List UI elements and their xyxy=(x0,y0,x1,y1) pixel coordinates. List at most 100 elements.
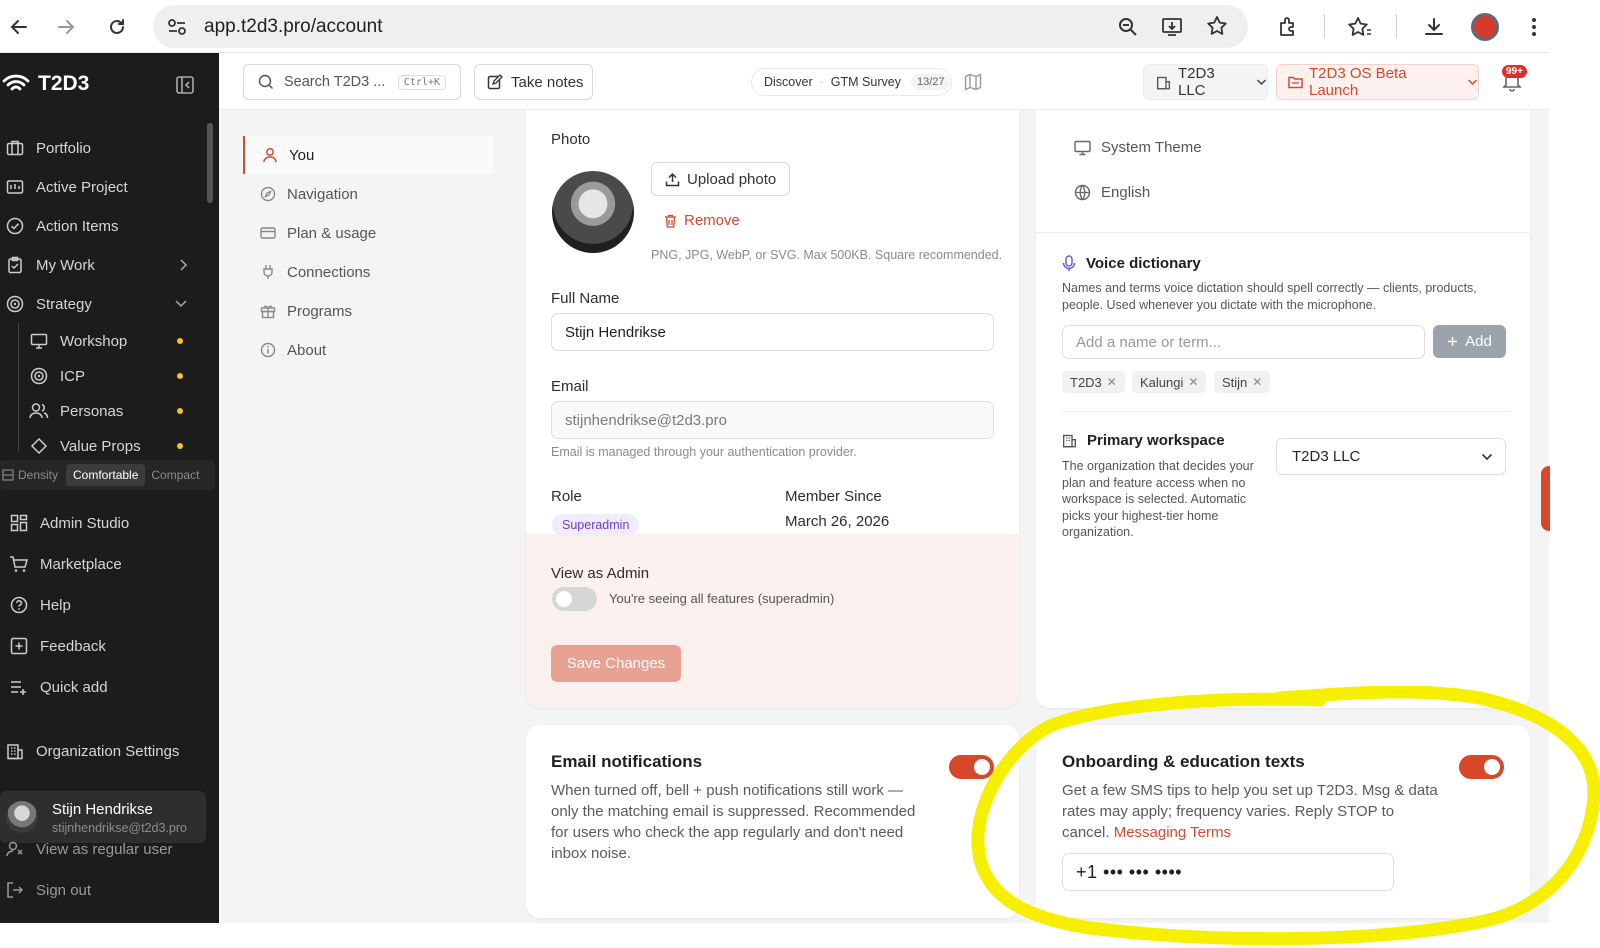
phone-number-field[interactable]: +1 ••• ••• •••• xyxy=(1062,853,1394,891)
theme-option[interactable]: System Theme xyxy=(1074,139,1202,156)
plug-icon xyxy=(259,263,277,281)
forward-icon[interactable] xyxy=(50,11,82,43)
target-icon xyxy=(28,365,50,387)
voice-term-input[interactable]: Add a name or term... xyxy=(1062,325,1425,359)
sidebar-item-strategy[interactable]: Strategy xyxy=(4,289,188,319)
remove-photo-button[interactable]: Remove xyxy=(664,212,740,229)
view-as-admin-hint: You're seeing all features (superadmin) xyxy=(609,591,835,606)
view-as-regular-user-link[interactable]: View as regular user xyxy=(4,834,172,864)
term-chip: Stijn ✕ xyxy=(1214,371,1271,393)
building-icon xyxy=(1062,433,1077,448)
settings-nav-plan-usage[interactable]: Plan & usage xyxy=(243,214,493,252)
reload-icon[interactable] xyxy=(101,11,133,43)
profile-avatar-icon[interactable] xyxy=(1471,13,1499,41)
back-icon[interactable] xyxy=(3,11,35,43)
settings-nav-connections[interactable]: Connections xyxy=(243,253,493,291)
url-text: app.t2d3.pro/account xyxy=(204,16,383,37)
downloads-icon[interactable] xyxy=(1418,11,1450,43)
sidebar-item-value-props[interactable]: Value Props xyxy=(28,431,141,461)
primary-workspace-desc: The organization that decides your plan … xyxy=(1062,459,1254,539)
email-label: Email xyxy=(551,378,589,395)
search-input[interactable]: Search T2D3 ... Ctrl+K xyxy=(243,64,461,100)
primary-workspace-select[interactable]: T2D3 LLC xyxy=(1276,438,1506,475)
upload-icon xyxy=(665,172,680,187)
close-icon[interactable]: ✕ xyxy=(1188,375,1198,389)
language-option[interactable]: English xyxy=(1074,184,1150,201)
clipboard-icon xyxy=(4,254,26,276)
voice-dictionary-title: Voice dictionary xyxy=(1062,255,1201,272)
close-icon[interactable]: ✕ xyxy=(1107,375,1117,389)
sidebar-item-help[interactable]: Help xyxy=(8,590,71,620)
sidebar-item-active-project[interactable]: Active Project xyxy=(4,172,128,202)
upload-photo-button[interactable]: Upload photo xyxy=(651,162,790,196)
settings-nav-about[interactable]: About xyxy=(243,331,493,369)
email-notifications-desc: When turned off, bell + push notificatio… xyxy=(551,782,916,862)
onboarding-texts-title: Onboarding & education texts xyxy=(1062,752,1305,771)
app-header: Search T2D3 ... Ctrl+K Take notes Discov… xyxy=(219,53,1549,110)
help-circle-icon xyxy=(8,594,30,616)
discover-survey-pill[interactable]: Discover · GTM Survey 13/27 xyxy=(751,68,952,96)
bookmarks-icon[interactable] xyxy=(1344,11,1376,43)
chevron-right-icon xyxy=(178,258,188,272)
sidebar-item-personas[interactable]: Personas xyxy=(28,396,123,426)
messaging-terms-link[interactable]: Messaging Terms xyxy=(1114,824,1231,841)
email-notifications-toggle[interactable] xyxy=(949,755,994,779)
email-hint: Email is managed through your authentica… xyxy=(551,445,857,459)
status-dot xyxy=(177,443,183,449)
term-chip: T2D3 ✕ xyxy=(1062,371,1125,393)
sidebar-item-my-work[interactable]: My Work xyxy=(4,250,188,280)
role-badge: Superadmin xyxy=(552,514,640,536)
info-icon xyxy=(259,341,277,359)
site-settings-icon[interactable] xyxy=(166,16,188,38)
take-notes-button[interactable]: Take notes xyxy=(474,64,593,100)
close-icon[interactable]: ✕ xyxy=(1252,375,1262,389)
sign-out-link[interactable]: Sign out xyxy=(4,875,91,905)
density-compact-option[interactable]: Compact xyxy=(151,468,199,482)
primary-workspace-title: Primary workspace xyxy=(1062,432,1225,449)
feedback-side-tab[interactable] xyxy=(1541,466,1550,531)
voice-dictionary-desc: Names and terms voice dictation should s… xyxy=(1062,281,1477,312)
collapse-sidebar-icon[interactable] xyxy=(175,75,195,95)
sidebar-item-action-items[interactable]: Action Items xyxy=(4,211,119,241)
brand[interactable]: T2D3 xyxy=(2,71,89,97)
folder-icon xyxy=(1288,75,1303,89)
add-term-button[interactable]: Add xyxy=(1433,325,1506,358)
extensions-icon[interactable] xyxy=(1272,11,1304,43)
user-email: stijnhendrikse@t2d3.pro xyxy=(52,821,187,835)
sidebar-item-feedback[interactable]: Feedback xyxy=(8,631,106,661)
view-as-admin-toggle[interactable] xyxy=(552,587,597,611)
sidebar-item-marketplace[interactable]: Marketplace xyxy=(8,549,122,579)
browser-toolbar: app.t2d3.pro/account xyxy=(0,0,1549,53)
sidebar-item-icp[interactable]: ICP xyxy=(28,361,85,391)
launch-project-switcher[interactable]: T2D3 OS Beta Launch xyxy=(1276,64,1479,100)
sidebar-item-quick-add[interactable]: Quick add xyxy=(8,672,108,702)
tree-line xyxy=(18,323,19,451)
install-app-icon[interactable] xyxy=(1161,16,1185,38)
sidebar-item-workshop[interactable]: Workshop xyxy=(28,326,127,356)
bookmark-star-icon[interactable] xyxy=(1206,15,1228,37)
member-since-value: March 26, 2026 xyxy=(785,513,890,530)
sidebar-item-admin-studio[interactable]: Admin Studio xyxy=(8,508,129,538)
map-icon[interactable] xyxy=(964,73,982,91)
target-icon xyxy=(4,293,26,315)
compass-icon xyxy=(259,185,277,203)
onboarding-texts-toggle[interactable] xyxy=(1459,755,1504,779)
density-icon xyxy=(2,469,14,481)
photo-label: Photo xyxy=(551,131,591,148)
zoom-icon[interactable] xyxy=(1117,16,1139,38)
workspace-switcher[interactable]: T2D3 LLC xyxy=(1143,64,1268,100)
sidebar-item-portfolio[interactable]: Portfolio xyxy=(4,133,91,163)
credit-card-icon xyxy=(259,224,277,242)
density-comfortable-option[interactable]: Comfortable xyxy=(66,464,146,486)
check-circle-icon xyxy=(4,215,26,237)
full-name-field[interactable]: Stijn Hendrikse xyxy=(551,313,994,351)
sidebar-scrollbar[interactable] xyxy=(207,123,213,203)
settings-nav-navigation[interactable]: Navigation xyxy=(243,175,493,213)
settings-nav-you[interactable]: You xyxy=(243,136,493,174)
sidebar-item-organization-settings[interactable]: Organization Settings xyxy=(4,736,179,766)
trash-icon xyxy=(664,214,677,228)
address-bar[interactable]: app.t2d3.pro/account xyxy=(153,5,1248,48)
save-changes-button[interactable]: Save Changes xyxy=(551,645,681,682)
settings-nav-programs[interactable]: Programs xyxy=(243,292,493,330)
more-menu-icon[interactable] xyxy=(1518,11,1550,43)
